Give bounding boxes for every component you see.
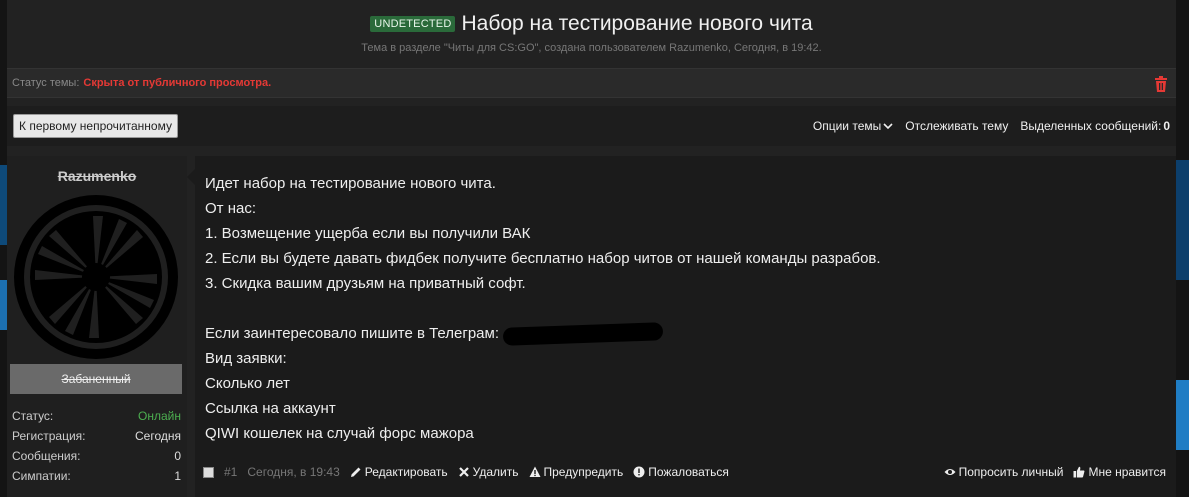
trash-icon[interactable] [1154, 76, 1168, 92]
warn-button[interactable]: Предупредить [529, 465, 624, 479]
post: Razumenko Забаненный Статус: Онлайн Реги… [7, 156, 1176, 497]
like-label: Мне нравится [1088, 465, 1166, 479]
like-button[interactable]: Мне нравится [1073, 465, 1166, 479]
pencil-icon [350, 467, 361, 477]
stat-label: Сообщения: [12, 449, 81, 463]
user-banned-banner: Забаненный [10, 364, 182, 394]
warning-icon [529, 466, 540, 477]
report-icon [633, 466, 645, 478]
selected-messages[interactable]: Выделенных сообщений: 0 [1020, 119, 1170, 133]
user-panel: Razumenko Забаненный Статус: Онлайн Реги… [7, 156, 187, 497]
selected-messages-count: 0 [1163, 119, 1170, 133]
stat-label: Статус: [12, 409, 54, 423]
first-unread-button[interactable]: К первому непрочитанному [13, 114, 178, 138]
message-line: Если заинтересовало пишите в Телеграм: [205, 325, 499, 342]
background-right [1175, 0, 1189, 497]
ask-private-label: Попросить личный [958, 465, 1064, 479]
select-post-checkbox[interactable] [203, 466, 214, 478]
thread-subtitle: Тема в разделе "Читы для CS:GO", создана… [361, 42, 822, 54]
thread-options-menu[interactable]: Опции темы [813, 119, 893, 133]
stat-row-status: Статус: Онлайн [12, 406, 181, 426]
message-body: Идет набор на тестирование нового чита. … [205, 171, 881, 446]
undetected-badge[interactable]: UNDETECTED [370, 16, 456, 32]
stat-value[interactable]: 0 [174, 449, 181, 463]
title-line: UNDETECTED Набор на тестирование нового … [370, 12, 813, 36]
user-avatar[interactable] [11, 192, 181, 362]
eye-icon [944, 469, 956, 475]
stat-label: Регистрация: [12, 429, 86, 443]
message-actions-left: #1 Сегодня, в 19:43 Редактировать Удалит… [203, 465, 729, 479]
report-label: Пожаловаться [648, 465, 729, 479]
post-time[interactable]: Сегодня, в 19:43 [247, 465, 339, 479]
message-line: Ссылка на аккаунт [205, 400, 336, 417]
background-decor [1175, 160, 1189, 280]
user-stats: Статус: Онлайн Регистрация: Сегодня Сооб… [12, 406, 181, 486]
stat-label: Симпатии: [12, 469, 71, 483]
page: UNDETECTED Набор на тестирование нового … [0, 0, 1189, 497]
delete-button[interactable]: Удалить [458, 465, 519, 479]
thread-status-bar: Статус темы: Скрыта от публичного просмо… [7, 68, 1176, 98]
stat-row-likes: Симпатии: 1 [12, 466, 181, 486]
message-line: 1. Возмещение ущерба если вы получили ВА… [205, 225, 531, 242]
message-line: От нас: [205, 200, 256, 217]
selected-messages-label: Выделенных сообщений: [1020, 119, 1162, 133]
message-line-blank [205, 296, 881, 321]
stat-row-messages: Сообщения: 0 [12, 446, 181, 466]
ask-private-button[interactable]: Попросить личный [944, 465, 1064, 479]
message-line: Идет набор на тестирование нового чита. [205, 175, 496, 192]
status-value: Скрыта от публичного просмотра. [83, 77, 272, 89]
stat-value: 1 [174, 469, 181, 483]
message: Идет набор на тестирование нового чита. … [195, 156, 1176, 497]
message-line: Вид заявки: [205, 350, 287, 367]
stat-value: Сегодня [135, 429, 181, 443]
message-line: Сколько лет [205, 375, 290, 392]
delete-label: Удалить [472, 465, 519, 479]
message-line-telegram: Если заинтересовало пишите в Телеграм: [205, 321, 881, 346]
thread-title: Набор на тестирование нового чита [461, 12, 813, 35]
stat-row-registration: Регистрация: Сегодня [12, 426, 181, 446]
message-line: 3. Скидка вашим друзьям на приватный соф… [205, 275, 526, 292]
thumbs-up-icon [1073, 466, 1085, 478]
message-footer: #1 Сегодня, в 19:43 Редактировать Удалит… [203, 465, 1166, 479]
stat-value: Онлайн [138, 409, 181, 423]
thread-toolbar: К первому непрочитанному Опции темы Отсл… [7, 106, 1176, 146]
thread-options-label: Опции темы [812, 119, 882, 133]
thread-container: UNDETECTED Набор на тестирование нового … [7, 0, 1176, 497]
chevron-down-icon [883, 123, 893, 130]
status-label: Статус темы: [12, 77, 80, 89]
message-line: QIWI кошелек на случай форс мажора [205, 425, 474, 442]
close-icon [458, 467, 469, 477]
thread-header: UNDETECTED Набор на тестирование нового … [7, 12, 1176, 54]
post-number[interactable]: #1 [224, 465, 237, 479]
message-line: 2. Если вы будете давать фидбек получите… [205, 250, 881, 267]
message-actions-right: Попросить личный Мне нравится [944, 465, 1166, 479]
watch-thread-link[interactable]: Отслеживать тему [905, 119, 1008, 133]
redacted-mark [502, 322, 664, 346]
thread-tools: Опции темы Отслеживать тему Выделенных с… [813, 119, 1170, 133]
edit-button[interactable]: Редактировать [350, 465, 448, 479]
edit-label: Редактировать [364, 465, 448, 479]
username[interactable]: Razumenko [7, 168, 187, 184]
background-decor [1175, 380, 1189, 450]
warn-label: Предупредить [543, 465, 624, 479]
report-button[interactable]: Пожаловаться [633, 465, 729, 479]
